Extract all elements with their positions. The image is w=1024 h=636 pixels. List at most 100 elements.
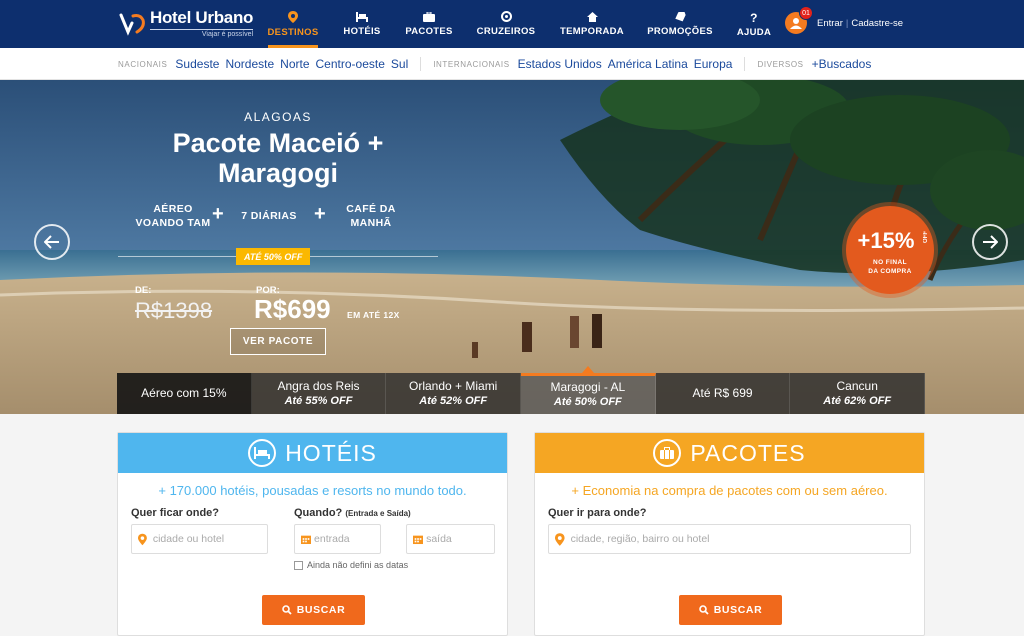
nav-destinos[interactable]: DESTINOS xyxy=(268,0,318,48)
hotels-subtitle-rest: hotéis, pousadas e resorts no mundo todo… xyxy=(216,483,467,498)
feature-line: VOANDO TAM xyxy=(135,217,211,229)
where-go-label: Quer ir para onde? xyxy=(548,507,647,519)
link-europa[interactable]: Europa xyxy=(694,57,733,71)
discount-tag: ATÉ 50% OFF xyxy=(236,248,311,265)
hotel-destination-input[interactable] xyxy=(152,533,267,545)
top-navbar: Hotel Urbano Viajar é possível DESTINOS … xyxy=(0,0,1024,48)
nav-pacotes[interactable]: PACOTES xyxy=(405,0,452,48)
user-avatar[interactable]: 01 xyxy=(785,6,813,34)
checkin-field[interactable] xyxy=(294,524,381,554)
carousel-tab-name: Aéreo com 15% xyxy=(141,386,227,400)
carousel-tab-name: Cancun xyxy=(836,378,878,393)
link-centro-oeste[interactable]: Centro-oeste xyxy=(316,57,385,71)
carousel-tab-discount: Até 52% OFF xyxy=(419,394,488,407)
carousel-tab[interactable]: Cancun Até 62% OFF xyxy=(790,373,926,414)
lifebuoy-icon xyxy=(500,11,512,22)
carousel-tab-name: Maragogi - AL xyxy=(550,380,626,394)
hero-title: Pacote Maceió + Maragogi xyxy=(118,128,438,188)
suitcase-icon xyxy=(653,439,682,467)
map-pin-icon xyxy=(288,10,298,23)
feature-line: 7 DIÁRIAS xyxy=(241,210,297,222)
hotels-search-panel: HOTÉIS + 170.000 hotéis, pousadas e reso… xyxy=(117,432,508,636)
signup-link[interactable]: Cadastre-se xyxy=(851,18,903,29)
search-button-label: BUSCAR xyxy=(713,604,763,616)
link-estados-unidos[interactable]: Estados Unidos xyxy=(518,57,602,71)
packages-subtitle-rest: na compra de pacotes com ou sem aéreo. xyxy=(640,483,888,498)
link-nordeste[interactable]: Nordeste xyxy=(225,57,274,71)
plus-icon: + xyxy=(314,203,326,225)
nav-promocoes[interactable]: PROMOÇÕES xyxy=(647,0,713,48)
link-mais-buscados[interactable]: +Buscados xyxy=(812,57,872,71)
house-icon xyxy=(586,11,598,22)
hero-banner: ALAGOAS Pacote Maceió + Maragogi AÉREO V… xyxy=(0,80,1024,414)
search-button-label: BUSCAR xyxy=(296,604,346,616)
promo-line: DA COMPRA xyxy=(868,268,912,275)
link-sul[interactable]: Sul xyxy=(391,57,408,71)
calendar-icon xyxy=(301,535,312,545)
nav-label: PROMOÇÕES xyxy=(647,25,713,37)
carousel-tab-discount: Até 50% OFF xyxy=(553,396,622,408)
carousel-tab-discount: Até 55% OFF xyxy=(284,394,353,407)
hero-region: ALAGOAS xyxy=(244,110,312,124)
when-label-text: Quando? xyxy=(294,507,343,519)
prev-slide-button[interactable] xyxy=(34,224,70,260)
tag-icon xyxy=(674,11,686,21)
package-destination-field[interactable] xyxy=(548,524,911,554)
logo[interactable]: Hotel Urbano Viajar é possível xyxy=(118,9,253,39)
calendar-icon xyxy=(413,535,424,545)
hotels-search-button[interactable]: BUSCAR xyxy=(262,595,365,625)
hero-title-line2: Maragogi xyxy=(217,158,338,188)
category-nacionais: NACIONAIS xyxy=(118,59,168,69)
when-hint: (Entrada e Saída) xyxy=(345,509,411,518)
carousel-tab-active[interactable]: Maragogi - AL Até 50% OFF xyxy=(521,366,656,414)
nav-temporada[interactable]: TEMPORADA xyxy=(560,0,624,48)
carousel-tab[interactable]: Até R$ 699 xyxy=(655,373,791,414)
promo-badge: +15% OFF NO FINAL DA COMPRA xyxy=(846,206,934,294)
feature-aereo: AÉREO VOANDO TAM xyxy=(128,202,218,230)
carousel-tabs: Aéreo com 15% Angra dos Reis Até 55% OFF… xyxy=(117,366,926,414)
nav-ajuda[interactable]: ? AJUDA xyxy=(737,0,771,48)
nav-hoteis[interactable]: HOTÉIS xyxy=(343,0,381,48)
map-pin-icon xyxy=(138,533,147,545)
checkout-field[interactable] xyxy=(406,524,495,554)
nav-cruzeiros[interactable]: CRUZEIROS xyxy=(477,0,535,48)
link-america-latina[interactable]: América Latina xyxy=(608,57,688,71)
checkin-input[interactable] xyxy=(314,533,380,545)
suitcase-icon xyxy=(423,11,435,22)
carousel-tab-name: Orlando + Miami xyxy=(408,378,498,393)
checkout-input[interactable] xyxy=(426,533,494,545)
checkbox-box[interactable] xyxy=(294,560,303,570)
nav-label: HOTÉIS xyxy=(343,25,381,37)
no-dates-checkbox[interactable]: Ainda não defini as datas xyxy=(294,560,408,570)
packages-search-button[interactable]: BUSCAR xyxy=(679,595,782,625)
package-destination-input[interactable] xyxy=(570,533,910,545)
where-stay-label: Quer ficar onde? xyxy=(131,507,220,519)
view-package-button[interactable]: VER PACOTE xyxy=(230,328,326,355)
next-slide-button[interactable] xyxy=(972,224,1008,260)
nav-label: AJUDA xyxy=(736,26,772,38)
login-link[interactable]: Entrar xyxy=(817,18,843,29)
promo-off: OFF xyxy=(923,231,929,243)
packages-title: PACOTES xyxy=(690,439,806,466)
feature-line: AÉREO xyxy=(153,203,193,215)
link-norte[interactable]: Norte xyxy=(280,57,309,71)
installments: EM ATÉ 12X xyxy=(347,310,400,320)
link-sudeste[interactable]: Sudeste xyxy=(175,57,219,71)
divider xyxy=(744,57,746,71)
bed-icon xyxy=(248,439,277,467)
arrow-left-icon xyxy=(44,235,59,249)
map-pin-icon xyxy=(555,532,565,546)
carousel-tab[interactable]: Aéreo com 15% xyxy=(117,373,252,414)
user-area: 01 Entrar | Cadastre-se xyxy=(785,6,903,34)
carousel-tab[interactable]: Orlando + Miami Até 52% OFF xyxy=(386,373,522,414)
brand-name: Hotel Urbano xyxy=(150,8,254,27)
carousel-tab[interactable]: Angra dos Reis Até 55% OFF xyxy=(251,373,387,414)
notification-badge: 01 xyxy=(799,6,813,20)
category-diversos: DIVERSOS xyxy=(757,59,804,69)
hotels-panel-header: HOTÉIS xyxy=(118,433,507,473)
old-price: R$1398 xyxy=(135,298,213,323)
when-label: Quando? (Entrada e Saída) xyxy=(294,507,411,519)
hotels-title: HOTÉIS xyxy=(285,439,377,466)
hotel-destination-field[interactable] xyxy=(131,524,268,554)
user-icon xyxy=(790,18,802,29)
